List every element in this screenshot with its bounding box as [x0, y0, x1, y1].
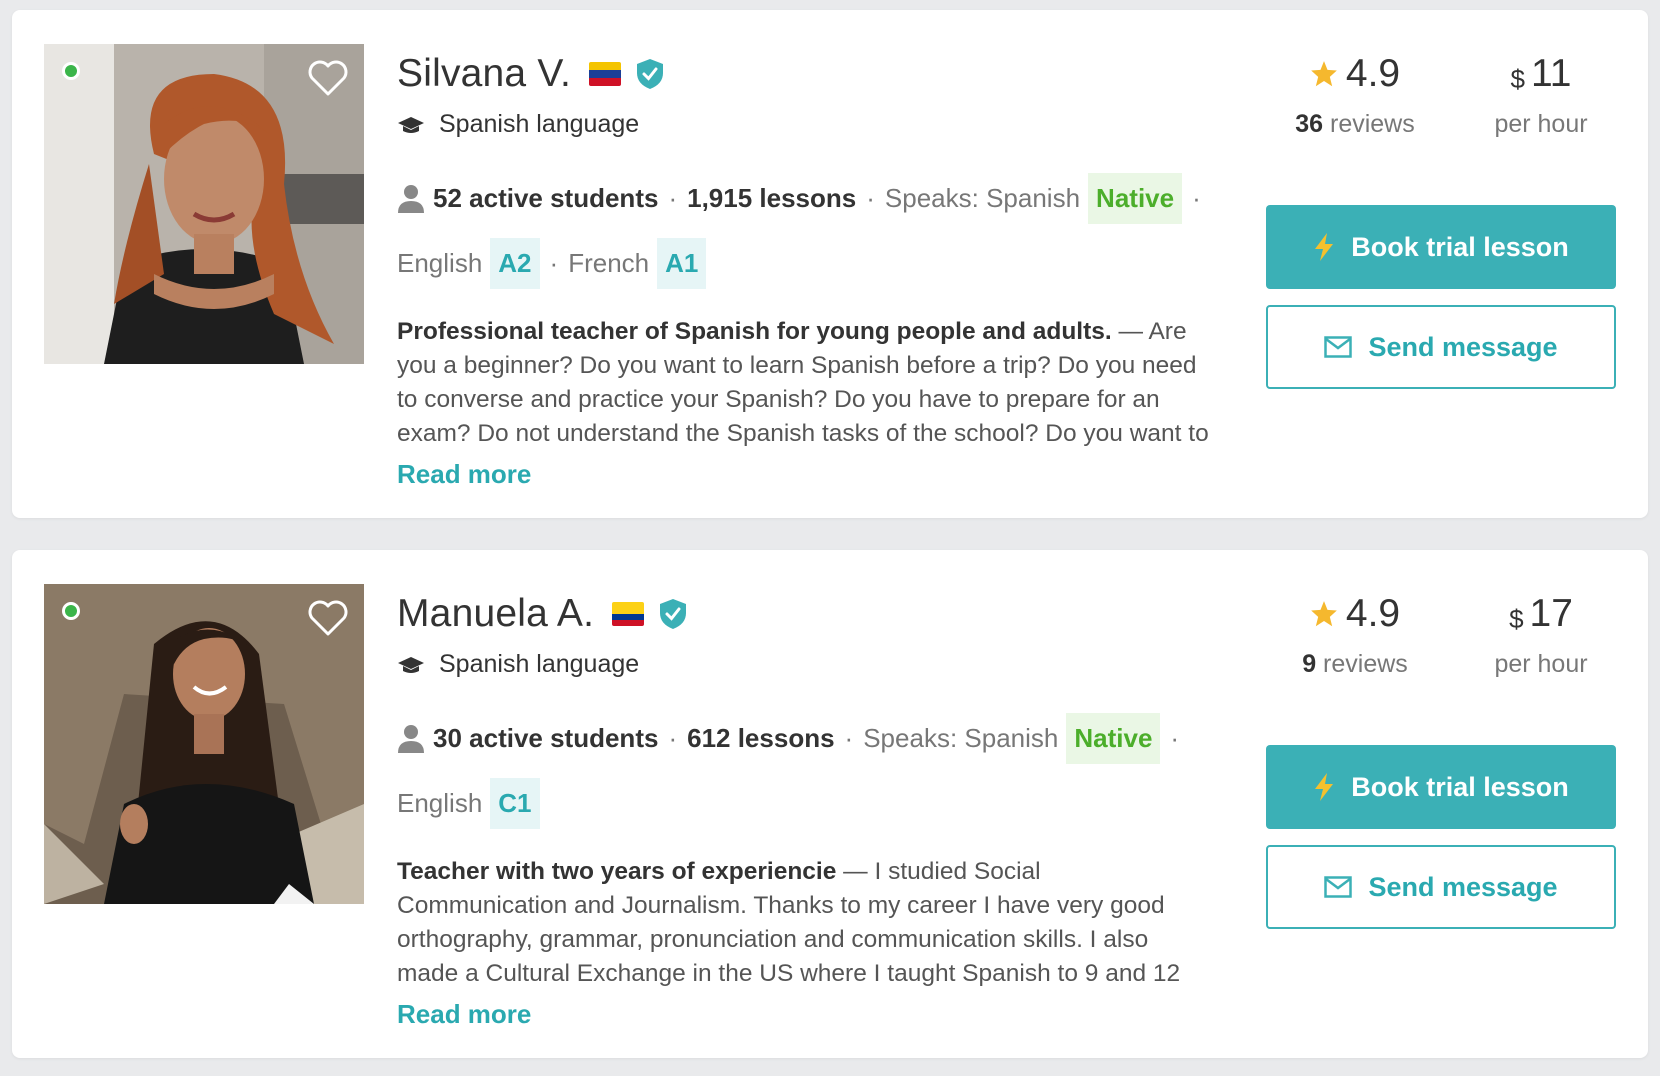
send-message-label: Send message	[1368, 871, 1558, 902]
separator-dot: ·	[1170, 723, 1180, 753]
verified-badge-icon	[637, 59, 664, 89]
heart-icon[interactable]	[306, 58, 350, 98]
rating-block: 4.9 36 reviews	[1266, 48, 1444, 139]
graduation-cap-icon	[398, 656, 424, 673]
heart-icon[interactable]	[306, 598, 350, 638]
book-trial-lesson-button[interactable]: Book trial lesson	[1266, 205, 1616, 289]
separator-dot: ·	[844, 723, 854, 753]
tutor-photo[interactable]	[44, 44, 364, 364]
tutor-info: Manuela A. Spanish language 30 active st…	[397, 588, 1237, 1030]
native-badge: Native	[1088, 173, 1183, 224]
native-badge: Native	[1066, 713, 1161, 764]
lightning-icon	[1315, 233, 1334, 261]
active-students: 52 active students	[433, 183, 659, 213]
speaks-label: Speaks: Spanish	[863, 723, 1059, 753]
person-icon	[398, 184, 424, 213]
subject-label: Spanish language	[439, 650, 640, 678]
book-trial-lesson-label: Book trial lesson	[1351, 231, 1569, 262]
reviews-label: reviews	[1323, 650, 1408, 678]
per-hour-label: per hour	[1494, 110, 1588, 138]
per-hour-label: per hour	[1494, 650, 1588, 678]
send-message-button[interactable]: Send message	[1266, 305, 1616, 389]
envelope-icon	[1324, 876, 1353, 898]
reviews-count: 9	[1302, 650, 1317, 678]
read-more-link[interactable]: Read more	[397, 999, 531, 1030]
separator-dot: ·	[549, 248, 559, 278]
tutor-name[interactable]: Silvana V.	[397, 52, 571, 96]
send-message-button[interactable]: Send message	[1266, 845, 1616, 929]
language-level-badge: A1	[657, 238, 707, 289]
tutor-list: Silvana V. Spanish language 52 active st…	[0, 0, 1660, 1076]
lightning-icon	[1315, 773, 1334, 801]
envelope-icon	[1324, 336, 1353, 358]
language-name: French	[568, 248, 650, 278]
tutor-description: Professional teacher of Spanish for youn…	[397, 315, 1215, 447]
rating-value: 4.9	[1345, 52, 1401, 95]
online-status-icon	[62, 602, 80, 620]
price-block: $17 per hour	[1466, 588, 1616, 679]
price-block: $11 per hour	[1466, 48, 1616, 139]
currency-symbol: $	[1509, 603, 1524, 634]
verified-badge-icon	[660, 599, 687, 629]
separator-dot: ·	[668, 723, 678, 753]
rating-block: 4.9 9 reviews	[1266, 588, 1444, 679]
price-value: 11	[1530, 52, 1572, 95]
read-more-link[interactable]: Read more	[397, 459, 531, 490]
reviews-count: 36	[1295, 110, 1324, 138]
tutor-card[interactable]: Manuela A. Spanish language 30 active st…	[12, 550, 1648, 1058]
colombia-flag-icon	[612, 602, 645, 626]
active-students: 30 active students	[433, 723, 659, 753]
book-trial-lesson-label: Book trial lesson	[1351, 771, 1569, 802]
star-icon	[1311, 601, 1337, 627]
tutor-info: Silvana V. Spanish language 52 active st…	[397, 48, 1237, 490]
lessons-count: 612 lessons	[687, 723, 835, 753]
separator-dot: ·	[1192, 183, 1201, 213]
online-status-icon	[62, 62, 80, 80]
currency-symbol: $	[1510, 63, 1525, 94]
person-icon	[398, 724, 424, 753]
star-icon	[1311, 61, 1337, 87]
lessons-count: 1,915 lessons	[687, 183, 857, 213]
language-level-badge: A2	[490, 238, 540, 289]
price-value: 17	[1529, 592, 1573, 635]
language-level-badge: C1	[490, 778, 540, 829]
tutor-headline: Teacher with two years of experiencie	[397, 858, 837, 885]
tutor-name[interactable]: Manuela A.	[397, 592, 594, 636]
separator-dot: ·	[866, 183, 875, 213]
send-message-label: Send message	[1368, 331, 1558, 362]
language-name: English	[397, 248, 483, 278]
tutor-card[interactable]: Silvana V. Spanish language 52 active st…	[12, 10, 1648, 518]
subject-label: Spanish language	[439, 110, 640, 138]
venezuela-flag-icon	[589, 62, 622, 86]
tutor-photo[interactable]	[44, 584, 364, 904]
graduation-cap-icon	[398, 116, 424, 133]
rating-value: 4.9	[1345, 592, 1401, 635]
tutor-description: Teacher with two years of experiencie — …	[397, 855, 1215, 987]
separator-dot: ·	[668, 183, 678, 213]
language-name: English	[397, 788, 483, 818]
reviews-label: reviews	[1330, 110, 1415, 138]
book-trial-lesson-button[interactable]: Book trial lesson	[1266, 745, 1616, 829]
tutor-headline: Professional teacher of Spanish for youn…	[397, 318, 1112, 345]
speaks-label: Speaks: Spanish	[884, 183, 1081, 213]
